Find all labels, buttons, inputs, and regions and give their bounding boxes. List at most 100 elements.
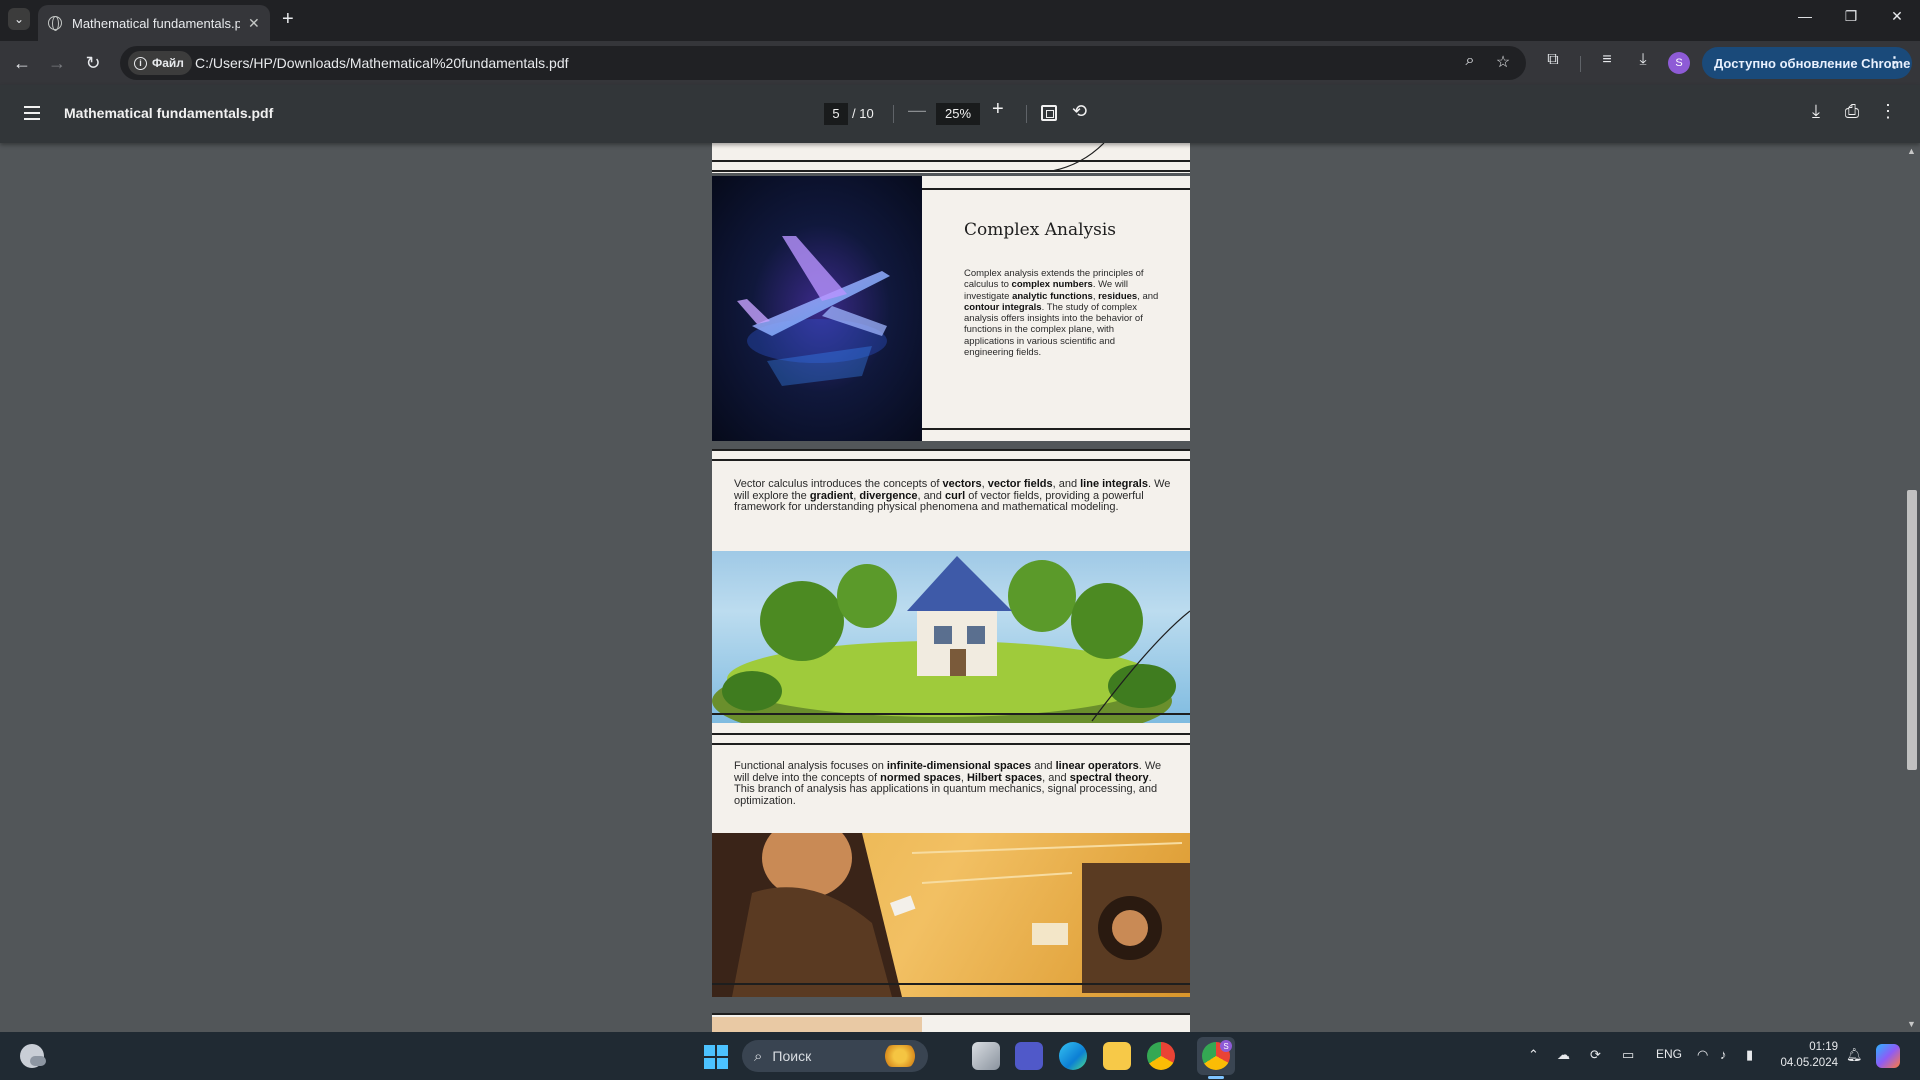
onedrive-cloud-icon[interactable]: ☁ bbox=[1557, 1047, 1570, 1063]
document-title: Mathematical fundamentals.pdf bbox=[64, 105, 274, 121]
windows-taskbar: ⌕ Поиск S ⌃ ☁ ⟳ ▭ ENG ◠ ♪ ▮ 01:19 04.05.… bbox=[0, 1032, 1920, 1080]
task-view-icon[interactable] bbox=[972, 1042, 1000, 1070]
pdf-toolbar: Mathematical fundamentals.pdf 5 / 10 — 2… bbox=[0, 85, 1920, 143]
url-text[interactable]: C:/Users/HP/Downloads/Mathematical%20fun… bbox=[195, 55, 569, 71]
airplane-hologram-image bbox=[712, 176, 922, 441]
vector-paragraph: Vector calculus introduces the concepts … bbox=[734, 478, 1171, 513]
clock-time: 01:19 bbox=[1809, 1041, 1838, 1053]
print-icon[interactable]: ⎙ bbox=[1840, 101, 1864, 122]
back-icon[interactable]: ← bbox=[10, 51, 34, 75]
taskbar-search[interactable]: ⌕ Поиск bbox=[742, 1040, 928, 1072]
divider-line bbox=[712, 170, 1190, 172]
divider-line bbox=[922, 188, 1190, 190]
copilot-icon[interactable] bbox=[1876, 1044, 1900, 1068]
browser-toolbar: ← → ↻ i Файл C:/Users/HP/Downloads/Mathe… bbox=[0, 41, 1920, 85]
divider-line bbox=[712, 1013, 1190, 1015]
file-explorer-icon[interactable] bbox=[1103, 1042, 1131, 1070]
zoom-input[interactable]: 25% bbox=[936, 103, 980, 125]
new-tab-button[interactable]: + bbox=[282, 9, 294, 29]
toolbar-divider bbox=[1580, 56, 1581, 72]
menu-icon[interactable] bbox=[24, 106, 40, 120]
extensions-icon[interactable]: ⧉ bbox=[1541, 51, 1565, 69]
divider-line bbox=[712, 459, 1190, 461]
scroll-up-arrow-icon[interactable]: ▲ bbox=[1907, 146, 1916, 156]
fit-to-page-icon[interactable] bbox=[1041, 105, 1057, 121]
more-vert-icon[interactable]: ⋮ bbox=[1887, 53, 1902, 71]
tab-title: Mathematical fundamentals.pdf bbox=[72, 15, 240, 31]
info-icon: i bbox=[134, 56, 147, 70]
search-highlight-icon bbox=[882, 1045, 918, 1067]
pdf-page-complex-analysis: Complex Analysis Complex analysis extend… bbox=[712, 176, 1190, 441]
profile-avatar[interactable]: S bbox=[1668, 52, 1690, 74]
wifi-icon[interactable]: ◠ bbox=[1697, 1047, 1708, 1063]
vertical-scrollbar[interactable]: ▲ ▼ bbox=[1904, 143, 1920, 1032]
bookmark-star-icon[interactable]: ☆ bbox=[1492, 52, 1514, 72]
tab-close-icon[interactable]: ✕ bbox=[248, 15, 260, 32]
minimize-icon[interactable]: — bbox=[1785, 8, 1825, 24]
divider-line bbox=[712, 160, 1190, 162]
pdf-page-vector-calculus: Vector calculus introduces the concepts … bbox=[712, 449, 1190, 723]
tab-strip: ⌄ Mathematical fundamentals.pdf ✕ + — ❐ … bbox=[0, 0, 1920, 41]
reading-list-icon[interactable]: ≡ bbox=[1595, 51, 1619, 69]
downloads-icon[interactable]: ⤓ bbox=[1631, 51, 1655, 69]
show-hidden-icons-chevron-icon[interactable]: ⌃ bbox=[1528, 1047, 1539, 1063]
chrome-update-button[interactable]: Доступно обновление Chrome ⋮ bbox=[1702, 47, 1912, 79]
globe-icon bbox=[48, 16, 62, 31]
site-info-chip[interactable]: i Файл bbox=[128, 51, 192, 75]
complex-paragraph: Complex analysis extends the principles … bbox=[964, 268, 1159, 359]
language-indicator[interactable]: ENG bbox=[1656, 1047, 1682, 1061]
pdf-page-next bbox=[712, 1013, 1190, 1032]
scroll-down-arrow-icon[interactable]: ▼ bbox=[1907, 1019, 1916, 1029]
chrome-icon[interactable] bbox=[1147, 1042, 1175, 1070]
house-island-image bbox=[712, 551, 1190, 723]
pdf-viewport[interactable]: Complex Analysis Complex analysis extend… bbox=[0, 143, 1904, 1032]
restore-icon[interactable]: ❐ bbox=[1831, 8, 1871, 25]
touch-keyboard-icon[interactable]: ▭ bbox=[1622, 1047, 1634, 1063]
page-total: / 10 bbox=[852, 106, 874, 121]
clock[interactable]: 01:19 04.05.2024 bbox=[1776, 1039, 1838, 1071]
section-heading: Complex Analysis bbox=[964, 220, 1117, 240]
clock-date: 04.05.2024 bbox=[1780, 1057, 1838, 1069]
divider-line bbox=[922, 428, 1190, 430]
zoom-magnifier-icon[interactable]: ⌕ bbox=[1459, 52, 1481, 70]
notification-bell-icon[interactable]: 🔔︎ bbox=[1846, 1047, 1863, 1063]
divider-line bbox=[712, 713, 1190, 715]
edge-icon[interactable] bbox=[1059, 1042, 1087, 1070]
start-button-icon[interactable] bbox=[704, 1045, 728, 1069]
functional-paragraph: Functional analysis focuses on infinite-… bbox=[734, 760, 1162, 807]
site-info-label: Файл bbox=[152, 56, 184, 70]
scrollbar-thumb[interactable] bbox=[1907, 490, 1917, 770]
teams-icon[interactable] bbox=[1015, 1042, 1043, 1070]
next-page-image bbox=[712, 1017, 922, 1032]
battery-icon[interactable]: ▮ bbox=[1746, 1047, 1753, 1063]
divider-line bbox=[712, 733, 1190, 735]
pdf-toolbar-divider bbox=[1026, 105, 1027, 123]
sync-icon[interactable]: ⟳ bbox=[1590, 1047, 1601, 1063]
download-icon[interactable]: ⤓ bbox=[1804, 101, 1828, 122]
window-close-icon[interactable]: ✕ bbox=[1877, 8, 1917, 25]
update-label: Доступно обновление Chrome bbox=[1714, 55, 1911, 71]
divider-line bbox=[712, 449, 1190, 451]
pdf-page-previous bbox=[712, 143, 1190, 173]
man-with-machine-image bbox=[712, 833, 1190, 997]
zoom-out-icon[interactable]: — bbox=[908, 100, 926, 121]
page-number-input[interactable]: 5 bbox=[824, 103, 848, 125]
address-bar[interactable]: i Файл C:/Users/HP/Downloads/Mathematica… bbox=[120, 46, 1526, 80]
weather-icon[interactable] bbox=[20, 1044, 46, 1068]
reload-icon[interactable]: ↻ bbox=[81, 51, 105, 75]
curve-decoration bbox=[1052, 143, 1105, 172]
rotate-icon[interactable]: ⟲ bbox=[1072, 101, 1087, 122]
search-icon: ⌕ bbox=[754, 1047, 763, 1065]
pdf-toolbar-divider bbox=[893, 105, 894, 123]
pdf-page-functional-analysis: Functional analysis focuses on infinite-… bbox=[712, 723, 1190, 997]
chrome-profile-badge: S bbox=[1220, 1040, 1232, 1052]
search-placeholder: Поиск bbox=[772, 1048, 812, 1064]
zoom-in-icon[interactable]: + bbox=[992, 98, 1004, 121]
volume-icon[interactable]: ♪ bbox=[1720, 1047, 1727, 1062]
tab-search-chevron-icon[interactable]: ⌄ bbox=[8, 8, 30, 30]
tab-active[interactable]: Mathematical fundamentals.pdf ✕ bbox=[38, 5, 270, 41]
forward-icon[interactable]: → bbox=[45, 51, 69, 75]
divider-line bbox=[712, 743, 1190, 745]
active-indicator bbox=[1208, 1076, 1224, 1079]
more-options-icon[interactable]: ⋮ bbox=[1876, 101, 1900, 122]
